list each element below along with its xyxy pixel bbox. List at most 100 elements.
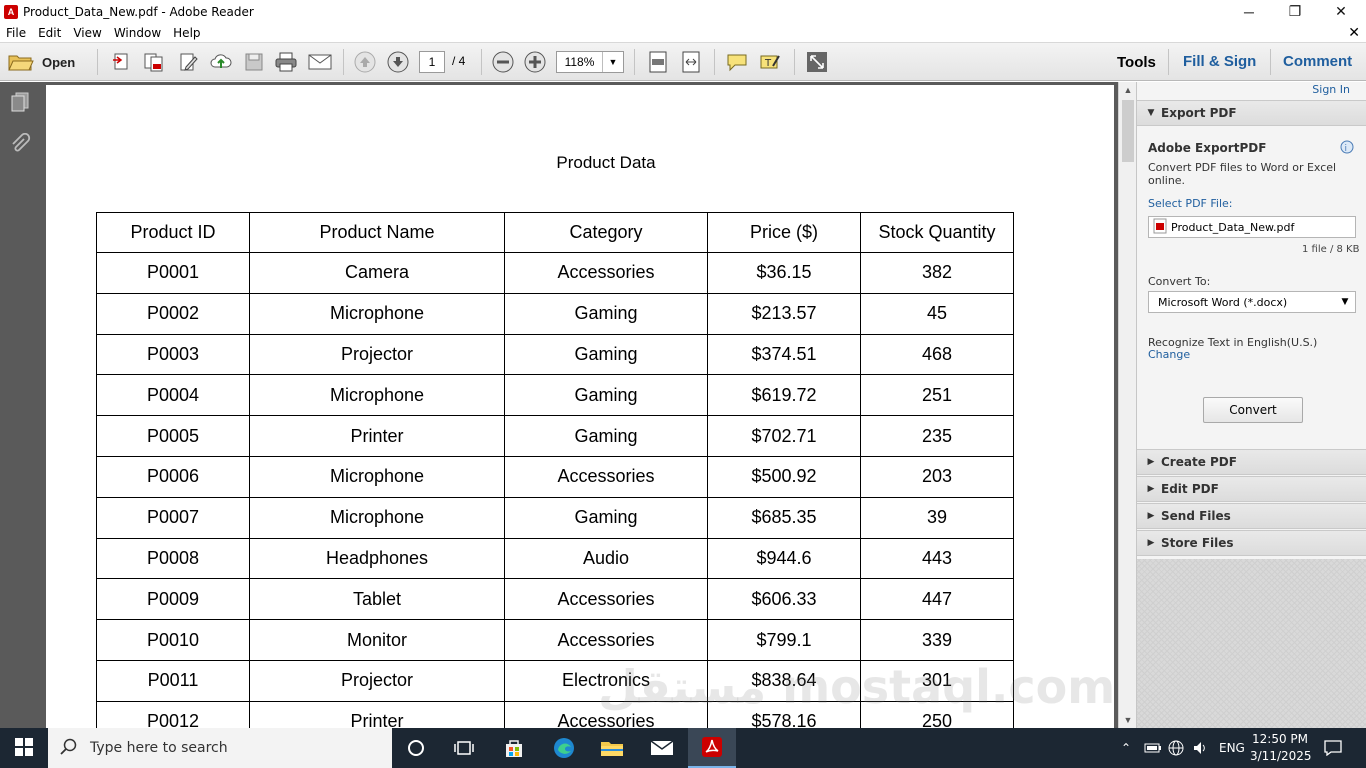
section-title: Send Files xyxy=(1161,509,1231,523)
print-icon[interactable] xyxy=(273,51,299,73)
sign-in-link[interactable]: Sign In xyxy=(1312,83,1350,96)
page-thumbnails-icon[interactable] xyxy=(8,90,32,114)
table-cell: Gaming xyxy=(504,333,708,376)
file-explorer-icon[interactable] xyxy=(588,728,636,768)
table-header-row: Product ID Product Name Category Price (… xyxy=(96,212,1014,253)
store-icon[interactable] xyxy=(490,728,538,768)
mail-icon[interactable] xyxy=(638,728,686,768)
triangle-right-icon: ▶ xyxy=(1147,484,1155,494)
minimize-button[interactable]: ─ xyxy=(1226,0,1272,23)
show-hidden-icons-icon[interactable]: ⌃ xyxy=(1121,728,1131,768)
selected-file-field[interactable]: Product_Data_New.pdf xyxy=(1148,216,1356,238)
zoom-in-icon[interactable] xyxy=(522,51,548,73)
column-header: Stock Quantity xyxy=(860,212,1014,253)
send-files-section-header[interactable]: ▶ Send Files xyxy=(1137,503,1366,529)
triangle-down-icon: ▼ xyxy=(1147,108,1155,118)
adobe-reader-taskbar-icon[interactable] xyxy=(688,728,736,768)
zoom-out-icon[interactable] xyxy=(490,51,516,73)
full-screen-icon[interactable] xyxy=(804,51,830,73)
section-title: Create PDF xyxy=(1161,455,1237,469)
table-row: P0003 Projector Gaming $374.51 468 xyxy=(96,333,1014,376)
table-cell: Projector xyxy=(249,659,505,702)
table-cell: P0001 xyxy=(96,252,250,294)
next-page-icon[interactable] xyxy=(385,51,411,73)
table-cell: Printer xyxy=(249,415,505,457)
page-number-input[interactable]: 1 xyxy=(419,51,445,73)
vertical-scrollbar[interactable]: ▲ ▼ xyxy=(1118,82,1136,728)
table-cell: Accessories xyxy=(504,619,708,661)
convert-to-select[interactable]: Microsoft Word (*.docx) ▼ xyxy=(1148,291,1356,313)
table-row: P0008 Headphones Audio $944.6 443 xyxy=(96,537,1014,580)
table-cell: 45 xyxy=(860,292,1014,335)
edge-browser-icon[interactable] xyxy=(540,728,588,768)
search-icon xyxy=(60,738,78,759)
info-icon[interactable]: i xyxy=(1340,140,1356,159)
convert-button[interactable]: Convert xyxy=(1203,397,1303,423)
table-cell: Printer xyxy=(249,700,505,728)
store-files-section-header[interactable]: ▶ Store Files xyxy=(1137,530,1366,556)
taskbar-search-box[interactable]: Type here to search xyxy=(48,728,392,768)
close-button[interactable]: ✕ xyxy=(1318,0,1364,23)
convert-to-value: Microsoft Word (*.docx) xyxy=(1158,295,1288,309)
upload-cloud-icon[interactable] xyxy=(208,51,234,73)
create-pdf-section-header[interactable]: ▶ Create PDF xyxy=(1137,449,1366,475)
table-cell: Tablet xyxy=(249,578,505,621)
document-view[interactable]: Product Data Product ID Product Name Cat… xyxy=(40,82,1118,728)
table-cell: P0008 xyxy=(96,537,250,580)
create-pdf-icon[interactable] xyxy=(108,51,134,73)
table-cell: 235 xyxy=(860,415,1014,457)
table-cell: $36.15 xyxy=(707,252,861,294)
cortana-icon[interactable] xyxy=(392,728,440,768)
zoom-select[interactable]: 118% ▼ xyxy=(556,51,624,73)
close-document-button[interactable]: ✕ xyxy=(1348,24,1360,41)
table-row: P0010 Monitor Accessories $799.1 339 xyxy=(96,619,1014,661)
open-button[interactable]: Open xyxy=(8,51,88,73)
system-clock[interactable]: 12:50 PM 3/11/2025 xyxy=(1250,731,1312,765)
fit-width-icon[interactable] xyxy=(678,51,704,73)
task-view-icon[interactable] xyxy=(440,728,488,768)
table-cell: 382 xyxy=(860,252,1014,294)
highlight-text-icon[interactable]: T xyxy=(757,51,783,73)
tasks-panel: Sign In ▼ Export PDF Adobe ExportPDF i C… xyxy=(1136,82,1366,728)
input-language-indicator[interactable]: ENG xyxy=(1219,728,1245,768)
attachments-icon[interactable] xyxy=(8,132,32,156)
battery-icon[interactable] xyxy=(1144,728,1162,768)
tools-tab[interactable]: Tools xyxy=(1117,54,1156,71)
comment-tab[interactable]: Comment xyxy=(1283,53,1352,70)
left-navigation-pane xyxy=(0,82,40,728)
taskbar: Type here to search ⌃ ENG 12:50 PM 3/11/… xyxy=(0,728,1366,768)
save-icon[interactable] xyxy=(241,51,267,73)
fit-page-icon[interactable] xyxy=(645,51,671,73)
scrollbar-thumb[interactable] xyxy=(1122,100,1134,162)
menu-view[interactable]: View xyxy=(67,26,107,40)
menu-window[interactable]: Window xyxy=(108,26,167,40)
notifications-icon[interactable] xyxy=(1324,728,1342,768)
network-globe-icon[interactable] xyxy=(1168,728,1184,768)
table-cell: Microphone xyxy=(249,374,505,417)
edit-document-icon[interactable] xyxy=(175,51,201,73)
table-cell: $213.57 xyxy=(707,292,861,335)
menu-help[interactable]: Help xyxy=(167,26,206,40)
fill-sign-tab[interactable]: Fill & Sign xyxy=(1183,53,1256,70)
volume-icon[interactable] xyxy=(1192,728,1208,768)
export-description: Convert PDF files to Word or Excel xyxy=(1148,161,1337,174)
previous-page-icon[interactable] xyxy=(352,51,378,73)
table-cell: $944.6 xyxy=(707,537,861,580)
menu-edit[interactable]: Edit xyxy=(32,26,67,40)
table-cell: $606.33 xyxy=(707,578,861,621)
sticky-note-icon[interactable] xyxy=(724,51,750,73)
menu-file[interactable]: File xyxy=(0,26,32,40)
file-info: 1 file / 8 KB xyxy=(1302,244,1360,255)
start-button[interactable] xyxy=(0,728,48,768)
change-link[interactable]: Change xyxy=(1148,348,1190,361)
combine-files-icon[interactable] xyxy=(141,51,167,73)
section-title: Export PDF xyxy=(1161,106,1237,120)
column-header: Price ($) xyxy=(707,212,861,253)
scroll-down-icon[interactable]: ▼ xyxy=(1119,712,1137,728)
maximize-button[interactable]: ❐ xyxy=(1272,0,1318,23)
edit-pdf-section-header[interactable]: ▶ Edit PDF xyxy=(1137,476,1366,502)
email-icon[interactable] xyxy=(306,51,334,73)
table-cell: P0005 xyxy=(96,415,250,457)
scroll-up-icon[interactable]: ▲ xyxy=(1119,82,1137,98)
export-pdf-section-header[interactable]: ▼ Export PDF xyxy=(1137,100,1366,126)
